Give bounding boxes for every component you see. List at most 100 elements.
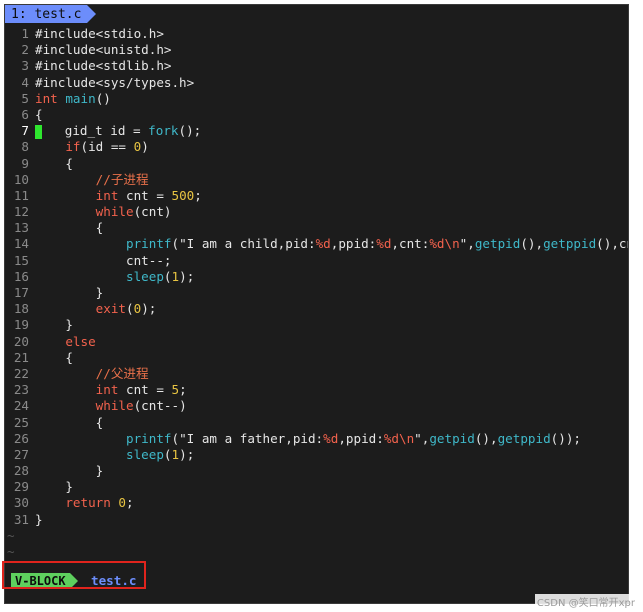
code-line[interactable]: 17 } xyxy=(5,285,628,301)
code-token: { xyxy=(35,220,104,236)
code-line[interactable]: 6{ xyxy=(5,107,628,123)
tab-test-c[interactable]: 1: test.c xyxy=(5,5,88,23)
code-line[interactable]: 13 { xyxy=(5,220,628,236)
code-line[interactable]: 3 #include<stdlib.h> xyxy=(5,58,628,74)
code-token: 5 xyxy=(171,382,180,398)
code-token: %d xyxy=(376,236,392,252)
tab-label: 1: test.c xyxy=(11,6,82,22)
code-token: int xyxy=(35,90,66,106)
line-number: 31 xyxy=(13,511,29,527)
code-token: () xyxy=(95,90,111,106)
line-number: 9 xyxy=(21,155,29,171)
code-line[interactable]: 2 #include<unistd.h> xyxy=(5,42,628,58)
code-line[interactable]: 25 { xyxy=(5,415,628,431)
line-number: 29 xyxy=(13,479,29,495)
code-line[interactable]: 30 return 0; xyxy=(5,495,628,511)
code-line[interactable]: 31} xyxy=(5,512,628,528)
code-token: ); xyxy=(179,446,195,462)
code-token: (cnt) xyxy=(133,204,172,220)
code-line[interactable]: 11 int cnt = 500; xyxy=(5,188,628,204)
line-number: 6 xyxy=(21,106,29,122)
code-line[interactable]: 12 while(cnt) xyxy=(5,204,628,220)
code-token: ) xyxy=(141,139,149,155)
code-token: printf xyxy=(126,236,172,252)
line-number: 1 xyxy=(21,26,29,41)
vim-terminal-window[interactable]: 1: test.c 1 #include<stdio.h> 2 #include<un… xyxy=(4,4,629,604)
code-token: ; xyxy=(126,495,134,511)
line-number: 23 xyxy=(13,382,29,398)
code-token: { xyxy=(35,349,73,365)
code-line[interactable]: 22 //父进程 xyxy=(5,366,628,382)
code-line[interactable]: 7 gid_t id = fork(); xyxy=(5,123,628,139)
code-token: sleep xyxy=(126,268,164,284)
code-line[interactable]: 26 printf("I am a father,pid:%d,ppid:%d\… xyxy=(5,431,628,447)
code-line[interactable]: 15 cnt--; xyxy=(5,253,628,269)
code-token: int xyxy=(95,382,119,398)
code-line[interactable]: 23 int cnt = 5; xyxy=(5,382,628,398)
code-token: ,ppid: xyxy=(338,430,384,446)
code-token: cnt = xyxy=(118,382,172,398)
code-token: getpid xyxy=(474,236,521,252)
code-token: (), xyxy=(520,236,544,252)
line-number: 21 xyxy=(13,349,29,365)
code-token: getppid xyxy=(497,430,551,446)
empty-line-tilde: ~ xyxy=(7,527,15,543)
code-token: int xyxy=(95,187,119,203)
code-token: #include<stdlib.h> xyxy=(35,58,172,74)
code-line[interactable]: 14 printf("I am a child,pid:%d,ppid:%d,c… xyxy=(5,236,628,252)
code-token: ); xyxy=(179,268,195,284)
line-number: 2 xyxy=(21,42,29,58)
code-token: 500 xyxy=(171,187,195,203)
code-line[interactable]: 4 #include<sys/types.h> xyxy=(5,75,628,91)
code-line[interactable]: 20 else xyxy=(5,334,628,350)
code-token: #include<stdio.h> xyxy=(35,26,164,41)
line-number: 18 xyxy=(13,301,29,317)
line-number: 25 xyxy=(13,414,29,430)
code-line[interactable]: 10 //子进程 xyxy=(5,172,628,188)
code-line[interactable]: 5 int main() xyxy=(5,91,628,107)
code-token: (cnt--) xyxy=(133,398,187,414)
code-line[interactable]: 24 while(cnt--) xyxy=(5,398,628,414)
code-token: else xyxy=(65,333,96,349)
code-line[interactable]: 1 #include<stdio.h> xyxy=(5,26,628,42)
code-line[interactable]: 19 } xyxy=(5,317,628,333)
empty-line-tilde: ~ xyxy=(7,543,15,559)
code-line[interactable]: 8 if(id == 0) xyxy=(5,139,628,155)
code-token: cnt--; xyxy=(35,252,172,268)
code-token: %d xyxy=(315,236,331,252)
line-number: 19 xyxy=(13,317,29,333)
line-number: 22 xyxy=(13,365,29,381)
code-token: ; xyxy=(194,187,202,203)
code-token: ()); xyxy=(550,430,582,446)
code-line[interactable]: 27 sleep(1); xyxy=(5,447,628,463)
code-token: #include<sys/types.h> xyxy=(35,74,195,90)
line-number: 7 xyxy=(21,123,29,139)
code-token: 1 xyxy=(171,268,180,284)
code-token: while xyxy=(95,398,134,414)
csdn-watermark: CSDN @笑口常开xpr xyxy=(534,594,637,609)
code-token: ( xyxy=(163,268,172,284)
line-number: 27 xyxy=(13,446,29,462)
code-line[interactable]: 9 { xyxy=(5,156,628,172)
code-token: main xyxy=(65,90,96,106)
code-editor[interactable]: 1 #include<stdio.h> 2 #include<unistd.h> 3 #i… xyxy=(5,26,628,560)
code-token: ,ppid: xyxy=(330,236,377,252)
code-line[interactable]: 29 } xyxy=(5,479,628,495)
code-token: if xyxy=(65,139,81,155)
line-number: 30 xyxy=(13,495,29,511)
cursor-block xyxy=(35,124,42,139)
code-line[interactable]: 16 sleep(1); xyxy=(5,269,628,285)
code-line[interactable]: 28 } xyxy=(5,463,628,479)
line-number: 14 xyxy=(13,236,29,252)
line-number: 24 xyxy=(13,398,29,414)
code-line[interactable]: 21 { xyxy=(5,350,628,366)
code-line[interactable]: 18 exit(0); xyxy=(5,301,628,317)
